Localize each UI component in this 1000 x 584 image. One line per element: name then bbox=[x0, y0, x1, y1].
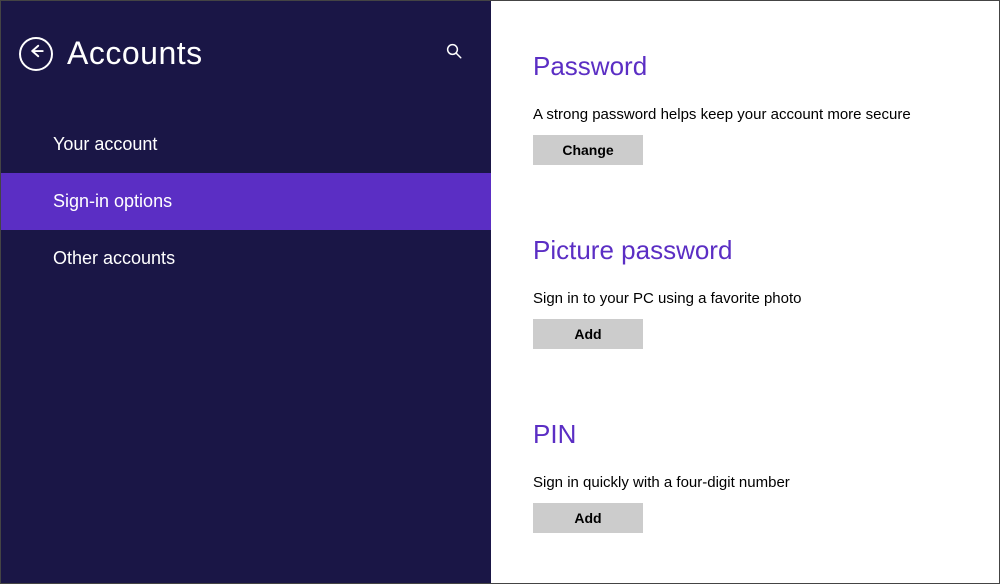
back-arrow-icon bbox=[27, 42, 45, 65]
sidebar-item-other-accounts[interactable]: Other accounts bbox=[1, 230, 491, 287]
password-desc: A strong password helps keep your accoun… bbox=[533, 106, 963, 123]
add-picture-password-button[interactable]: Add bbox=[533, 319, 643, 349]
nav-list: Your account Sign-in options Other accou… bbox=[1, 116, 491, 287]
password-section: Password A strong password helps keep yo… bbox=[533, 51, 963, 165]
pin-section: PIN Sign in quickly with a four-digit nu… bbox=[533, 419, 963, 533]
search-button[interactable] bbox=[441, 38, 467, 69]
search-icon bbox=[445, 47, 463, 64]
picture-password-title: Picture password bbox=[533, 235, 963, 266]
sidebar-header: Accounts bbox=[1, 35, 491, 72]
pin-desc: Sign in quickly with a four-digit number bbox=[533, 474, 963, 491]
sidebar: Accounts Your account Sign-in options Ot… bbox=[1, 1, 491, 583]
back-button[interactable] bbox=[19, 37, 53, 71]
page-title: Accounts bbox=[67, 35, 441, 72]
password-title: Password bbox=[533, 51, 963, 82]
picture-password-desc: Sign in to your PC using a favorite phot… bbox=[533, 290, 963, 307]
picture-password-section: Picture password Sign in to your PC usin… bbox=[533, 235, 963, 349]
sidebar-item-sign-in-options[interactable]: Sign-in options bbox=[1, 173, 491, 230]
sidebar-item-your-account[interactable]: Your account bbox=[1, 116, 491, 173]
change-password-button[interactable]: Change bbox=[533, 135, 643, 165]
content-area: Password A strong password helps keep yo… bbox=[491, 1, 999, 583]
pin-title: PIN bbox=[533, 419, 963, 450]
add-pin-button[interactable]: Add bbox=[533, 503, 643, 533]
